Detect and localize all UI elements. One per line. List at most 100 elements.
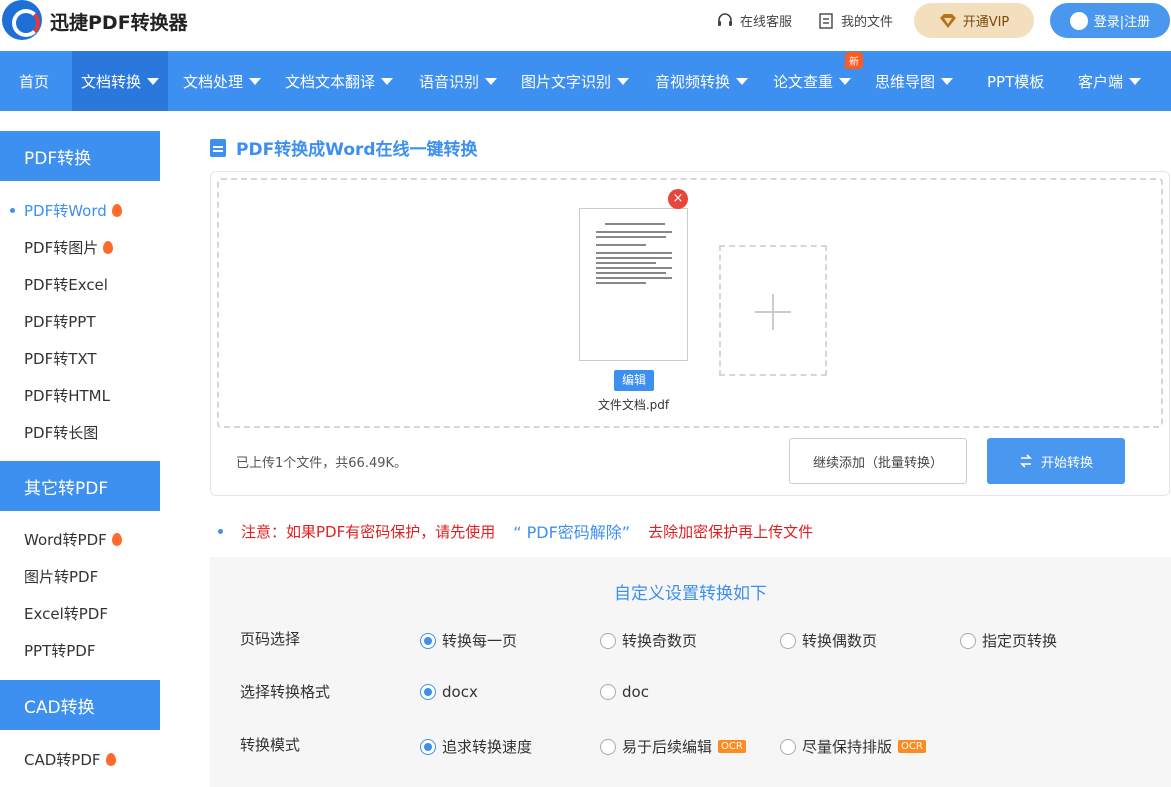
- sidebar-item-label: PPT转PDF: [24, 642, 96, 660]
- sidebar-item-label: CAD转PDF: [24, 751, 101, 769]
- caret-down-icon: [147, 77, 160, 85]
- online-service-link[interactable]: 在线客服: [716, 11, 792, 30]
- radio-circle: [600, 738, 616, 755]
- radio-circle: [600, 684, 616, 700]
- sidebar-item-label: PDF转HTML: [24, 387, 110, 405]
- radio-mode-layout[interactable]: 尽量保持排版 OCR: [780, 736, 926, 757]
- nav-label: 首页: [19, 72, 50, 91]
- radio-page-custom[interactable]: 指定页转换: [960, 630, 1057, 651]
- sidebar-item-label: 图片转PDF: [24, 568, 99, 586]
- sidebar-item-pdf-to-word[interactable]: PDF转Word: [0, 192, 160, 229]
- sidebar-item-excel-to-pdf[interactable]: Excel转PDF: [0, 595, 160, 632]
- radio-label: 指定页转换: [982, 632, 1058, 650]
- mode-select-label: 转换模式: [240, 736, 301, 754]
- sidebar-item-label: PDF转TXT: [24, 350, 97, 368]
- start-convert-button[interactable]: 开始转换: [987, 438, 1125, 484]
- nav-client[interactable]: 客户端: [1078, 51, 1142, 111]
- notice-prefix: 注意：如果PDF有密码保护，请先使用: [241, 522, 496, 541]
- radio-mode-speed[interactable]: 追求转换速度: [420, 736, 532, 757]
- hot-flame-icon: [111, 204, 122, 217]
- nav-mindmap[interactable]: 思维导图: [875, 51, 954, 111]
- radio-format-doc[interactable]: doc: [600, 683, 649, 701]
- settings-panel: 自定义设置转换如下 页码选择 转换每一页 转换奇数页 转换偶数页 指定页转换 选…: [210, 557, 1171, 787]
- radio-mode-editable[interactable]: 易于后续编辑 OCR: [600, 736, 746, 757]
- nav-speech[interactable]: 语音识别: [419, 51, 498, 111]
- radio-circle: [420, 684, 436, 700]
- radio-label: docx: [442, 683, 478, 701]
- radio-page-odd[interactable]: 转换奇数页: [600, 630, 697, 651]
- notice-suffix: 去除加密保护再上传文件: [648, 522, 814, 541]
- diamond-icon: [939, 13, 956, 28]
- nav-ppt-template[interactable]: PPT模板: [987, 51, 1044, 111]
- sidebar-item-pdf-to-html[interactable]: PDF转HTML: [0, 377, 160, 414]
- start-convert-label: 开始转换: [1040, 455, 1093, 471]
- sidebar-item-ppt-to-pdf[interactable]: PPT转PDF: [0, 632, 160, 669]
- radio-page-all[interactable]: 转换每一页: [420, 630, 517, 651]
- sidebar-item-word-to-pdf[interactable]: Word转PDF: [0, 521, 160, 558]
- remove-file-close-icon[interactable]: ×: [668, 189, 688, 209]
- sidebar-item-label: Word转PDF: [24, 531, 107, 549]
- nav-doc-translate[interactable]: 文档文本翻译: [285, 51, 394, 111]
- new-badge: 新: [845, 52, 863, 69]
- file-name: 文件文档.pdf: [597, 398, 670, 412]
- radio-label: 易于后续编辑: [622, 738, 713, 756]
- add-more-button[interactable]: 继续添加（批量转换）: [789, 438, 967, 484]
- caret-down-icon: [1129, 77, 1142, 85]
- sidebar-item-pdf-to-excel[interactable]: PDF转Excel: [0, 266, 160, 303]
- ocr-badge: OCR: [718, 740, 746, 753]
- sidebar-item-pdf-to-image[interactable]: PDF转图片: [0, 229, 160, 266]
- swap-icon: [1020, 454, 1032, 468]
- caret-down-icon: [617, 77, 630, 85]
- format-select-row: 选择转换格式 docx doc: [210, 681, 1171, 705]
- nav-av-convert[interactable]: 音视频转换: [655, 51, 749, 111]
- nav-doc-convert[interactable]: 文档转换: [72, 51, 169, 111]
- sidebar-group-title[interactable]: PDF转换: [0, 131, 160, 181]
- my-files-link[interactable]: 我的文件: [817, 11, 893, 30]
- page-select-row: 页码选择 转换每一页 转换奇数页 转换偶数页 指定页转换: [210, 628, 1171, 652]
- radio-page-even[interactable]: 转换偶数页: [780, 630, 877, 651]
- user-icon: [1069, 11, 1088, 30]
- nav-label: 图片文字识别: [521, 72, 612, 91]
- radio-circle: [780, 738, 796, 755]
- file-thumbnail[interactable]: [579, 208, 688, 361]
- drop-zone[interactable]: 编辑 文件文档.pdf: [217, 178, 1163, 428]
- caret-down-icon: [941, 77, 954, 85]
- sidebar-item-label: PDF转Excel: [24, 276, 108, 294]
- sidebar-item-image-to-pdf[interactable]: 图片转PDF: [0, 558, 160, 595]
- sidebar-item-label: Excel转PDF: [24, 605, 108, 623]
- file-list-icon: [819, 12, 833, 29]
- sidebar-item-pdf-to-txt[interactable]: PDF转TXT: [0, 340, 160, 377]
- nav-plagiarism[interactable]: 论文查重: [773, 51, 852, 111]
- radio-label: 尽量保持排版: [802, 738, 893, 756]
- pdf-unlock-link[interactable]: “ PDF密码解除”: [513, 519, 630, 543]
- radio-label: 追求转换速度: [442, 738, 533, 756]
- login-label: 登录|注册: [1093, 15, 1151, 30]
- mode-select-row: 转换模式 追求转换速度 易于后续编辑 OCR 尽量保持排版 OCR: [210, 734, 1171, 758]
- radio-format-docx[interactable]: docx: [420, 683, 478, 701]
- login-register-button[interactable]: 登录|注册: [1050, 3, 1170, 38]
- upload-status: 已上传1个文件，共66.49K。: [236, 456, 408, 471]
- logo-icon[interactable]: [2, 0, 42, 40]
- password-notice: 注意：如果PDF有密码保护，请先使用 “ PDF密码解除” 去除加密保护再上传文…: [218, 519, 813, 543]
- nav-home[interactable]: 首页: [19, 51, 49, 111]
- my-files-label: 我的文件: [841, 15, 894, 30]
- sidebar-item-pdf-to-ppt[interactable]: PDF转PPT: [0, 303, 160, 340]
- online-service-label: 在线客服: [740, 15, 793, 30]
- sidebar-group-title[interactable]: CAD转换: [0, 680, 160, 730]
- nav-ocr[interactable]: 图片文字识别: [521, 51, 630, 111]
- nav-label: 语音识别: [419, 72, 480, 91]
- open-vip-button[interactable]: 开通VIP: [914, 3, 1034, 38]
- nav-doc-process[interactable]: 文档处理: [183, 51, 262, 111]
- caret-down-icon: [485, 77, 498, 85]
- ocr-badge: OCR: [898, 740, 926, 753]
- brand-name[interactable]: 迅捷PDF转换器: [50, 8, 188, 35]
- edit-file-button[interactable]: 编辑: [614, 370, 654, 391]
- sidebar-item-label: PDF转PPT: [24, 313, 96, 331]
- sidebar-group-title[interactable]: 其它转PDF: [0, 461, 160, 511]
- radio-label: doc: [622, 683, 649, 701]
- sidebar-item-pdf-to-long-image[interactable]: PDF转长图: [0, 414, 160, 451]
- radio-label: 转换奇数页: [622, 632, 698, 650]
- add-file-plus-icon[interactable]: [719, 245, 827, 376]
- vip-label: 开通VIP: [962, 15, 1010, 30]
- sidebar-item-cad-to-pdf[interactable]: CAD转PDF: [0, 741, 160, 778]
